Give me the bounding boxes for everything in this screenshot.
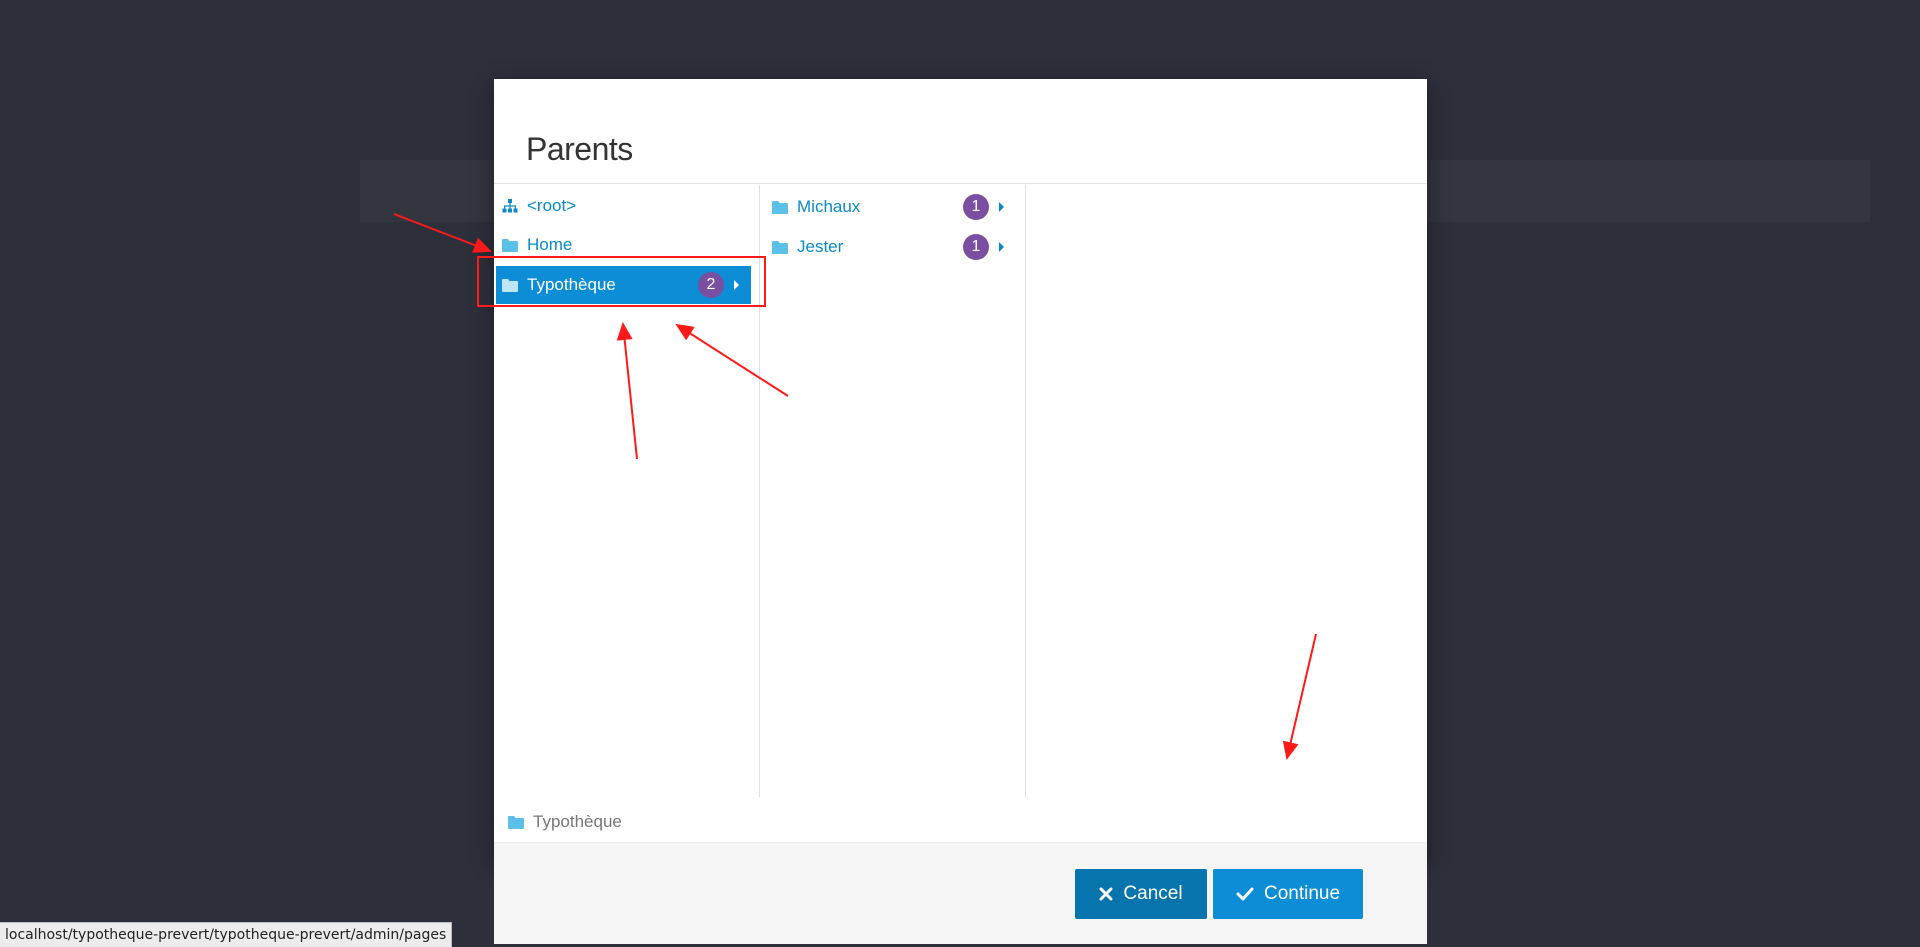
selected-path-label: Typothèque [533,812,622,831]
child-count-badge: 2 [698,272,724,298]
folder-icon [772,200,788,214]
child-count-badge: 1 [963,194,989,220]
dialog-title: Parents [526,131,633,167]
tree-item-typotheque[interactable]: Typothèque 2 [496,266,751,304]
continue-button[interactable]: Continue [1213,869,1363,919]
caret-right-icon[interactable] [999,202,1004,212]
tree-item-label: Michaux [797,197,861,216]
parents-dialog: Parents <root> Home Typothèque 2 Michaux… [494,79,1427,944]
tree-item-label: Home [527,235,573,254]
tree-item-label: <root> [527,196,577,215]
caret-right-icon[interactable] [734,280,739,290]
tree-item-root[interactable]: <root> [496,187,751,225]
dialog-footer: Cancel Continue [494,842,1427,944]
child-count-badge: 1 [963,234,989,260]
caret-right-icon[interactable] [999,242,1004,252]
tree-item-michaux[interactable]: Michaux 1 [766,188,1016,226]
check-icon [1236,887,1254,901]
close-icon [1099,887,1113,901]
browser-status-url: localhost/typotheque-prevert/typotheque-… [0,922,453,947]
folder-icon [508,815,524,829]
folder-icon [502,278,518,292]
tree-item-label: Typothèque [527,275,616,294]
folder-icon [502,238,518,252]
selected-path: Typothèque [508,812,622,832]
folder-icon [772,240,788,254]
cancel-button[interactable]: Cancel [1075,869,1207,919]
sitemap-icon [502,199,518,213]
tree-column-1: <root> Home Typothèque 2 [494,185,760,797]
tree-column-2: Michaux 1 Jester 1 [760,185,1026,797]
cancel-button-label: Cancel [1123,883,1183,904]
tree-item-home[interactable]: Home [496,226,751,264]
continue-button-label: Continue [1263,883,1341,904]
tree-item-jester[interactable]: Jester 1 [766,228,1016,266]
tree-item-label: Jester [797,237,844,256]
tree-column-3 [1026,185,1427,797]
dialog-header: Parents [494,79,1427,184]
